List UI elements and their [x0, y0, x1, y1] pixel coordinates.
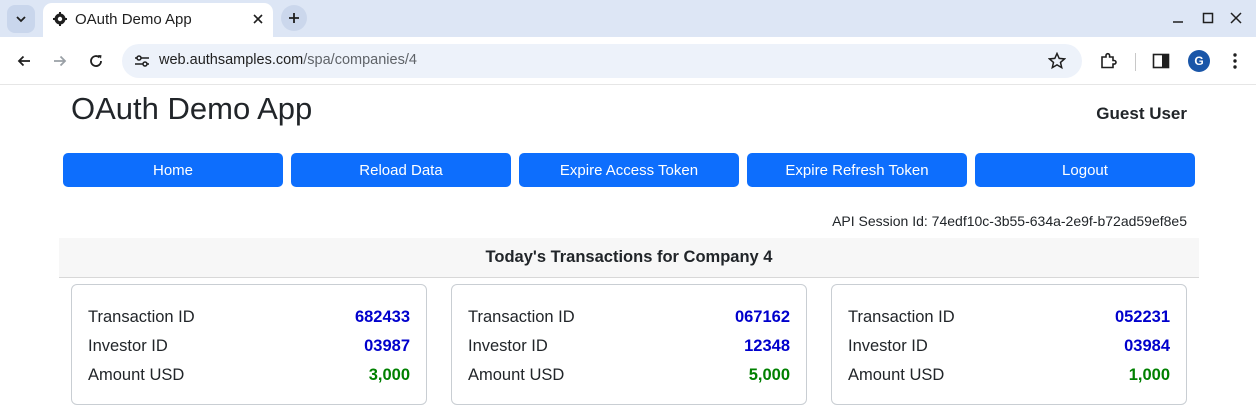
transaction-id-row: Transaction ID 067162 [468, 306, 790, 328]
url-host: web.authsamples.com [159, 52, 304, 68]
url-path: /spa/companies/4 [303, 52, 417, 68]
investor-id-label: Investor ID [88, 336, 168, 355]
chevron-down-icon [16, 16, 26, 23]
reload-button[interactable] [84, 49, 108, 73]
tab-search-button[interactable] [7, 5, 35, 33]
investor-id-label: Investor ID [468, 336, 548, 355]
transaction-id-value: 052231 [1114, 307, 1170, 326]
url-text: web.authsamples.com/spa/companies/4 [159, 52, 417, 68]
minimize-button[interactable] [1168, 8, 1188, 28]
api-session-id: API Session Id: 74edf10c-3b55-634a-2e9f-… [832, 213, 1187, 229]
extensions-button[interactable] [1096, 49, 1120, 73]
amount-value: 5,000 [748, 365, 790, 384]
amount-label: Amount USD [468, 365, 565, 384]
arrow-right-icon [54, 55, 67, 67]
arrow-left-icon [17, 55, 30, 67]
close-icon [253, 14, 263, 24]
investor-id-row: Investor ID 03987 [88, 335, 410, 357]
amount-value: 3,000 [368, 365, 410, 384]
browser-menu-button[interactable] [1223, 49, 1247, 73]
amount-row: Amount USD 3,000 [88, 364, 410, 386]
transaction-id-label: Transaction ID [468, 307, 575, 326]
puzzle-icon [1101, 52, 1117, 69]
reload-icon [90, 55, 102, 67]
transaction-id-label: Transaction ID [848, 307, 955, 326]
site-info-button[interactable] [132, 51, 152, 71]
reload-data-button[interactable]: Reload Data [291, 153, 511, 187]
tab-close-button[interactable] [250, 11, 266, 27]
back-button[interactable] [12, 49, 36, 73]
tab-title: OAuth Demo App [75, 11, 192, 28]
page-content: OAuth Demo App Guest User Home Reload Da… [0, 86, 1256, 416]
maximize-icon [1202, 12, 1214, 24]
transaction-card: Transaction ID 067162 Investor ID 12348 … [451, 284, 807, 405]
address-bar[interactable]: web.authsamples.com/spa/companies/4 [122, 44, 1082, 78]
transaction-card: Transaction ID 052231 Investor ID 03984 … [831, 284, 1187, 405]
expire-access-token-button[interactable]: Expire Access Token [519, 153, 739, 187]
investor-id-value: 12348 [744, 336, 790, 355]
transaction-id-label: Transaction ID [88, 307, 195, 326]
browser-tab[interactable]: OAuth Demo App [43, 3, 273, 37]
profile-avatar[interactable]: G [1188, 50, 1210, 72]
amount-row: Amount USD 5,000 [468, 364, 790, 386]
investor-id-row: Investor ID 03984 [848, 335, 1170, 357]
close-window-button[interactable] [1226, 8, 1246, 28]
maximize-button[interactable] [1198, 8, 1218, 28]
home-button[interactable]: Home [63, 153, 283, 187]
side-panel-icon [1152, 53, 1170, 69]
investor-id-value: 03984 [1124, 336, 1170, 355]
minimize-icon [1173, 21, 1183, 23]
amount-row: Amount USD 1,000 [848, 364, 1170, 386]
page-title: OAuth Demo App [71, 91, 313, 126]
user-name: Guest User [1096, 104, 1187, 123]
amount-label: Amount USD [848, 365, 945, 384]
transaction-id-value: 682433 [354, 307, 410, 326]
gear-favicon-icon [53, 12, 67, 26]
amount-label: Amount USD [88, 365, 185, 384]
bookmark-button[interactable] [1047, 51, 1067, 71]
logout-button[interactable]: Logout [975, 153, 1195, 187]
transaction-id-row: Transaction ID 682433 [88, 306, 410, 328]
forward-button[interactable] [48, 49, 72, 73]
investor-id-row: Investor ID 12348 [468, 335, 790, 357]
star-icon [1048, 52, 1066, 70]
transaction-id-row: Transaction ID 052231 [848, 306, 1170, 328]
investor-id-value: 03987 [364, 336, 410, 355]
new-tab-button[interactable] [281, 5, 307, 31]
toolbar-separator [1135, 53, 1136, 71]
browser-toolbar: web.authsamples.com/spa/companies/4 G [0, 37, 1256, 85]
transactions-header: Today's Transactions for Company 4 [59, 238, 1199, 278]
tune-icon [135, 55, 149, 67]
close-icon [1230, 12, 1242, 24]
more-vertical-icon [1233, 53, 1237, 69]
browser-tabstrip: OAuth Demo App [0, 0, 1256, 37]
expire-refresh-token-button[interactable]: Expire Refresh Token [747, 153, 967, 187]
transaction-card: Transaction ID 682433 Investor ID 03987 … [71, 284, 427, 405]
transaction-id-value: 067162 [734, 307, 790, 326]
investor-id-label: Investor ID [848, 336, 928, 355]
amount-value: 1,000 [1128, 365, 1170, 384]
side-panel-button[interactable] [1149, 49, 1173, 73]
plus-icon [289, 13, 299, 23]
